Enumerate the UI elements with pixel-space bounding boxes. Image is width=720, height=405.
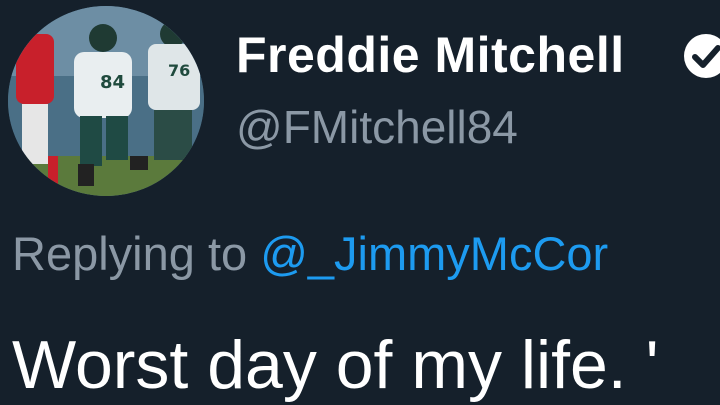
reply-mention-link[interactable]: @_JimmyMcCor bbox=[260, 227, 608, 280]
verified-check-icon bbox=[684, 34, 720, 78]
svg-text:76: 76 bbox=[168, 61, 190, 80]
reply-prefix: Replying to bbox=[12, 227, 248, 280]
reply-context: Replying to @_JimmyMcCor bbox=[12, 226, 608, 281]
avatar-photo: 84 76 bbox=[8, 6, 204, 196]
svg-text:84: 84 bbox=[100, 72, 125, 93]
handle[interactable]: @FMitchell84 bbox=[236, 100, 518, 154]
tweet-card: 84 76 Freddie Mitchell @FMitchell84 Repl… bbox=[0, 0, 720, 405]
tweet-text: Worst day of my life. ' bbox=[12, 327, 659, 403]
display-name[interactable]: Freddie Mitchell bbox=[236, 26, 625, 84]
avatar[interactable]: 84 76 bbox=[8, 6, 204, 196]
